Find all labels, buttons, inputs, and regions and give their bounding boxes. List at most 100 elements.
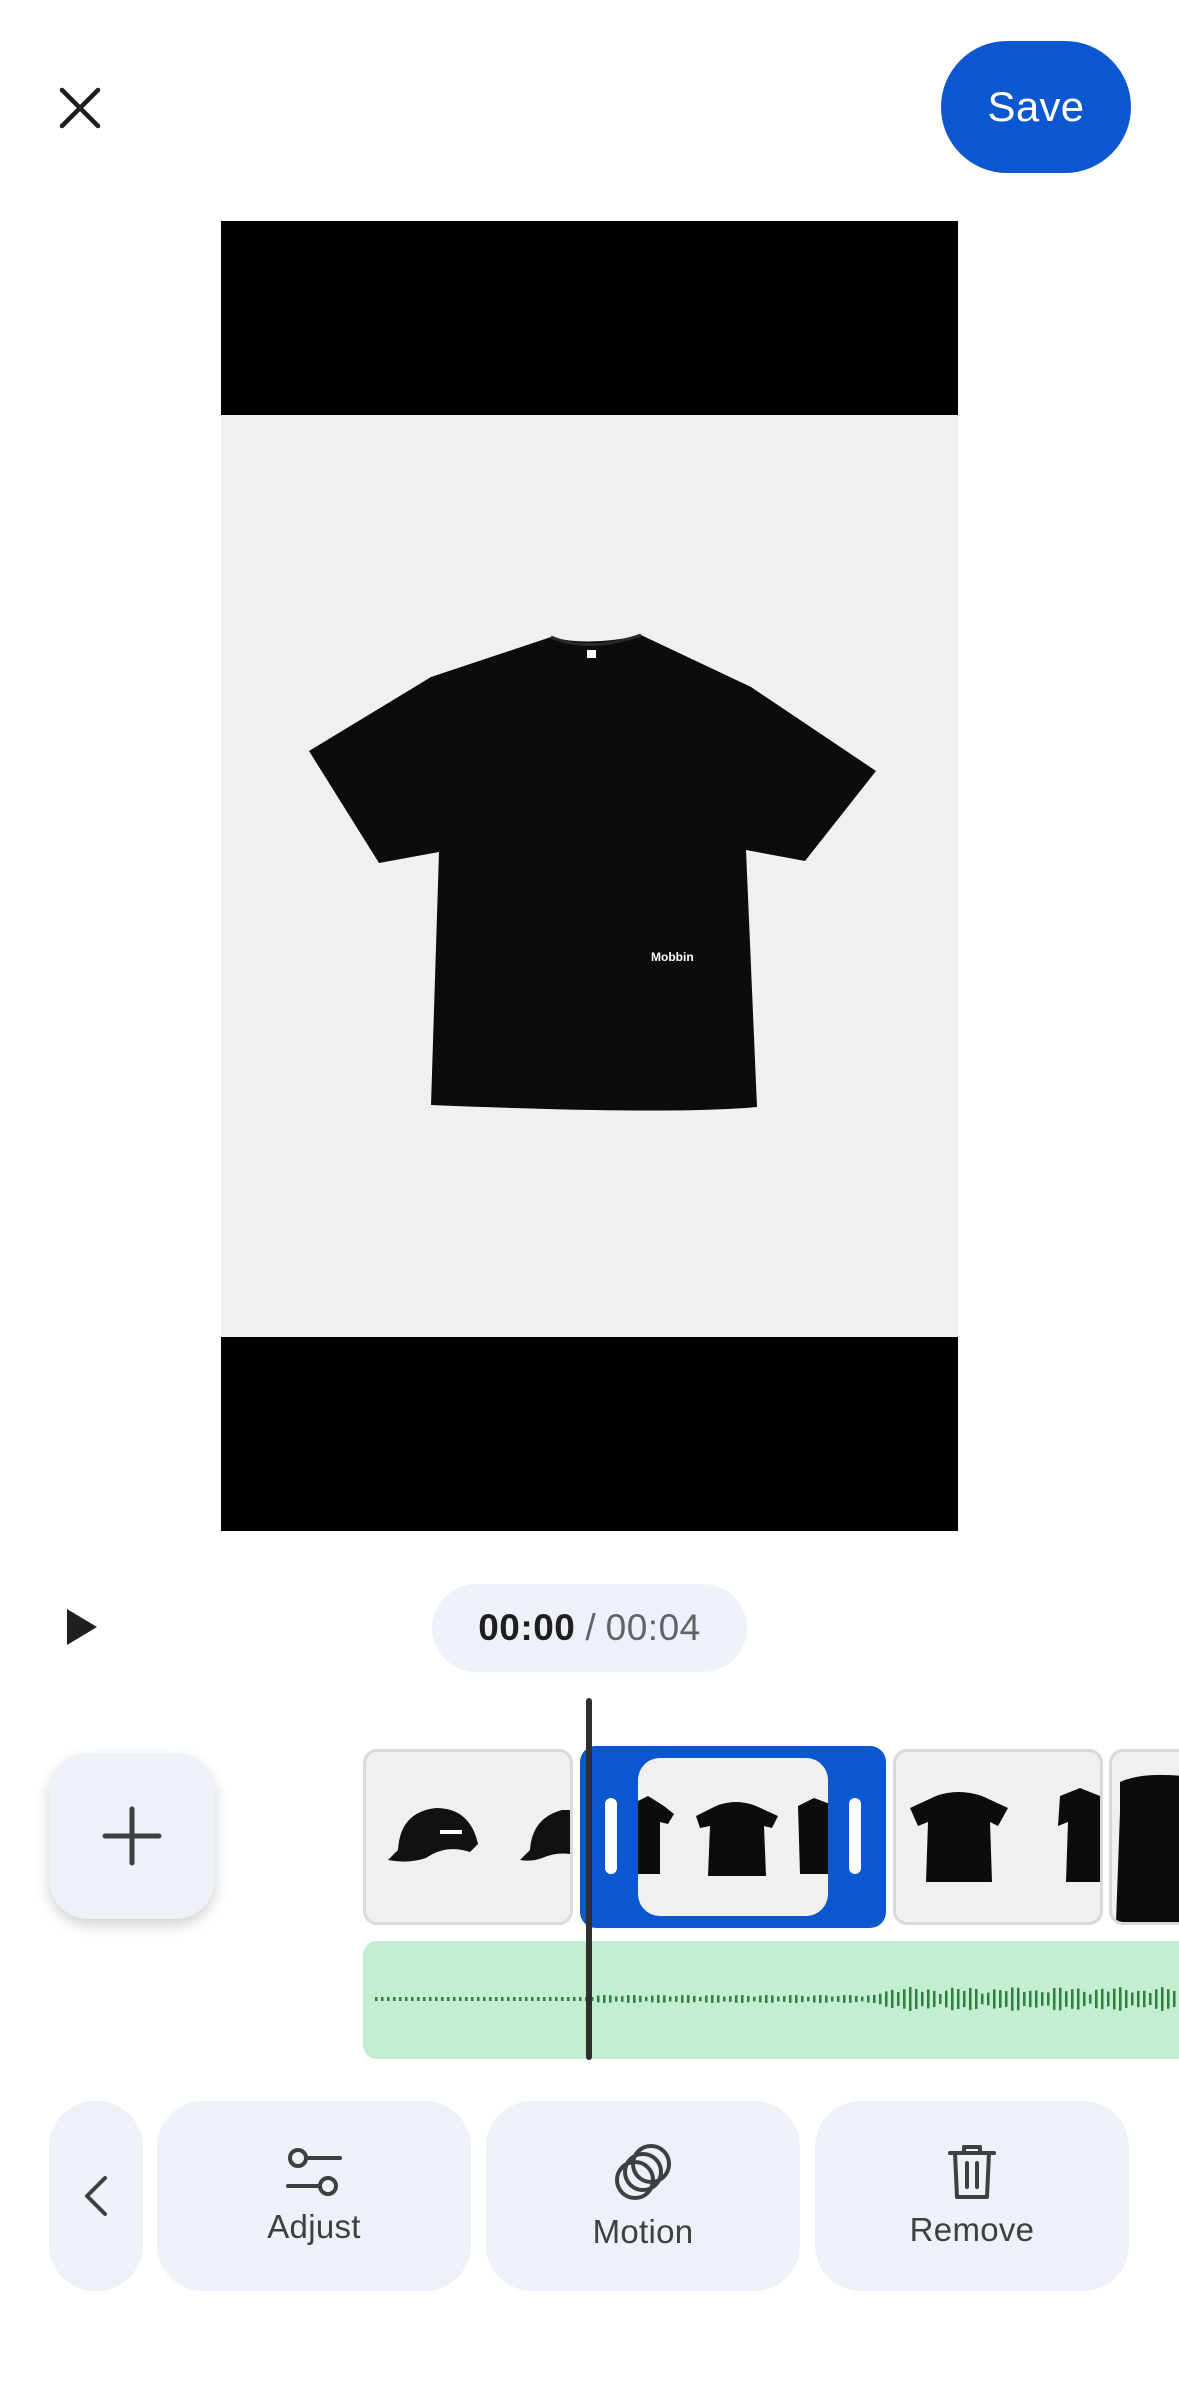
- audio-track[interactable]: [363, 1941, 1179, 2059]
- waveform-bar: [1149, 1993, 1152, 2005]
- waveform-bar: [435, 1997, 438, 2001]
- waveform-bar: [861, 1996, 864, 2002]
- remove-button[interactable]: Remove: [815, 2101, 1129, 2291]
- waveform-bar: [603, 1995, 606, 2003]
- t-shirt-thumbnail: [1116, 1774, 1179, 1922]
- waveform-bar: [561, 1997, 564, 2001]
- waveform-bar: [447, 1997, 450, 2001]
- t-shirt-thumbnail: [910, 1788, 1100, 1882]
- waveform-bar: [573, 1997, 576, 2001]
- waveform-bar: [849, 1995, 852, 2003]
- playhead[interactable]: [586, 1698, 592, 2060]
- cap-thumbnail: [388, 1808, 570, 1862]
- video-preview: Mobbin: [221, 221, 958, 1531]
- waveform-bar: [513, 1997, 516, 2001]
- trim-handle-right[interactable]: [849, 1798, 861, 1874]
- motion-icon: [615, 2144, 671, 2200]
- close-icon: [59, 87, 101, 129]
- adjust-button[interactable]: Adjust: [157, 2101, 471, 2291]
- waveform-bar: [597, 1995, 600, 2003]
- waveform-bar: [669, 1996, 672, 2002]
- audio-waveform: [375, 1987, 1176, 2011]
- t-shirt-image: [309, 633, 876, 1111]
- waveform-bar: [1173, 1990, 1176, 2008]
- waveform-bar: [1167, 1989, 1170, 2009]
- waveform-bar: [879, 1993, 882, 2005]
- waveform-bar: [531, 1997, 534, 2001]
- waveform-bar: [471, 1997, 474, 2001]
- waveform-bar: [999, 1990, 1002, 2008]
- waveform-bar: [735, 1995, 738, 2003]
- waveform-bar: [579, 1997, 582, 2001]
- waveform-bar: [903, 1989, 906, 2009]
- waveform-bar: [807, 1996, 810, 2002]
- timeline-clip-partial[interactable]: [1109, 1749, 1179, 1925]
- waveform-bar: [1107, 1991, 1110, 2007]
- waveform-bar: [675, 1996, 678, 2002]
- waveform-bar: [1077, 1988, 1080, 2010]
- waveform-bar: [429, 1997, 432, 2001]
- waveform-bar: [681, 1995, 684, 2003]
- adjust-label: Adjust: [267, 2208, 361, 2245]
- waveform-bar: [969, 1987, 972, 2011]
- selected-clip-thumbnail: [638, 1758, 828, 1916]
- waveform-bar: [489, 1997, 492, 2001]
- waveform-bar: [1089, 1994, 1092, 2004]
- waveform-bar: [1155, 1989, 1158, 2009]
- waveform-bar: [519, 1997, 522, 2001]
- waveform-bar: [657, 1995, 660, 2003]
- save-button[interactable]: Save: [941, 41, 1131, 173]
- chevron-left-icon: [85, 2176, 107, 2216]
- waveform-bar: [981, 1993, 984, 2005]
- waveform-bar: [855, 1995, 858, 2003]
- waveform-bar: [1059, 1987, 1062, 2011]
- trim-handle-left[interactable]: [605, 1798, 617, 1874]
- waveform-bar: [957, 1989, 960, 2009]
- waveform-bar: [423, 1997, 426, 2001]
- waveform-bar: [747, 1995, 750, 2003]
- remove-label: Remove: [909, 2211, 1035, 2248]
- time-display: 00:00 / 00:04: [432, 1584, 747, 1672]
- waveform-bar: [729, 1996, 732, 2002]
- waveform-bar: [639, 1995, 642, 2003]
- plus-icon: [102, 1806, 162, 1866]
- waveform-bar: [1011, 1987, 1014, 2011]
- waveform-bar: [633, 1995, 636, 2003]
- waveform-bar: [621, 1996, 624, 2002]
- waveform-bar: [801, 1995, 804, 2003]
- motion-button[interactable]: Motion: [486, 2101, 800, 2291]
- add-clip-button[interactable]: [49, 1753, 215, 1919]
- waveform-bar: [663, 1995, 666, 2003]
- timeline-clip-cap[interactable]: [363, 1749, 573, 1925]
- waveform-bar: [723, 1996, 726, 2002]
- waveform-bar: [831, 1996, 834, 2002]
- waveform-bar: [555, 1997, 558, 2001]
- waveform-bar: [945, 1990, 948, 2008]
- waveform-bar: [1035, 1990, 1038, 2008]
- waveform-bar: [717, 1995, 720, 2003]
- timeline-clip-t-shirt[interactable]: [893, 1749, 1103, 1925]
- waveform-bar: [1047, 1992, 1050, 2006]
- current-time: 00:00: [478, 1607, 576, 1648]
- waveform-bar: [609, 1995, 612, 2003]
- waveform-bar: [987, 1992, 990, 2006]
- waveform-bar: [537, 1997, 540, 2001]
- waveform-bar: [915, 1989, 918, 2009]
- waveform-bar: [1161, 1987, 1164, 2011]
- waveform-bar: [777, 1996, 780, 2002]
- waveform-bar: [1083, 1991, 1086, 2007]
- waveform-bar: [693, 1995, 696, 2003]
- waveform-bar: [885, 1991, 888, 2007]
- toolbar-back-button[interactable]: [49, 2101, 143, 2291]
- waveform-bar: [441, 1997, 444, 2001]
- play-button[interactable]: [58, 1600, 106, 1654]
- waveform-bar: [501, 1997, 504, 2001]
- waveform-bar: [417, 1997, 420, 2001]
- waveform-bar: [789, 1995, 792, 2003]
- timeline-clip-selected[interactable]: [580, 1746, 886, 1928]
- close-button[interactable]: [40, 68, 120, 148]
- motion-label: Motion: [592, 2213, 694, 2250]
- waveform-bar: [1131, 1992, 1134, 2006]
- waveform-bar: [615, 1996, 618, 2002]
- waveform-bar: [771, 1995, 774, 2003]
